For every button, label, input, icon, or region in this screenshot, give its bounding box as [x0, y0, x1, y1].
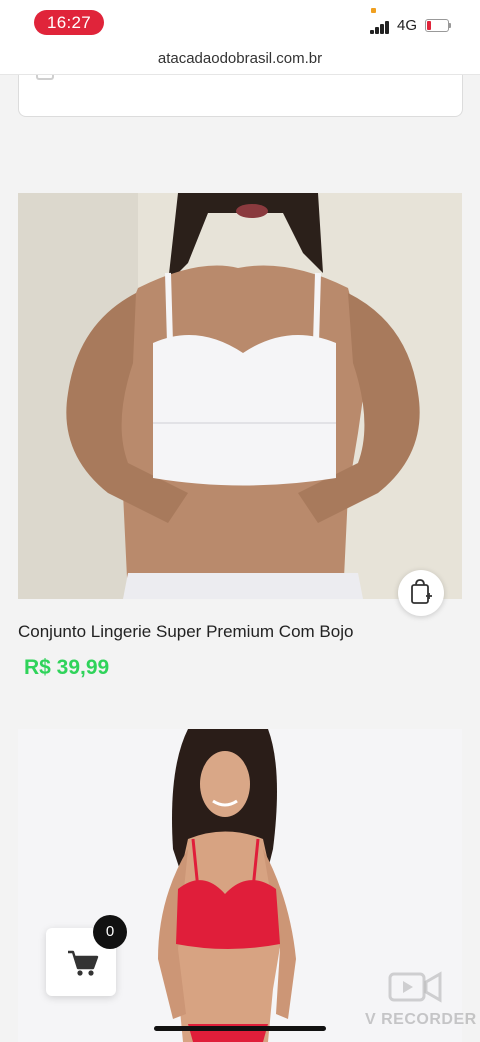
status-bar: 16:27 4G [0, 0, 480, 46]
cart-count-badge: 0 [93, 915, 127, 949]
url-text[interactable]: atacadaodobrasil.com.br [0, 46, 480, 72]
product-title[interactable]: Conjunto Lingerie Super Premium Com Bojo [18, 622, 353, 642]
product-image[interactable] [18, 193, 462, 599]
home-indicator[interactable] [154, 1026, 326, 1031]
product-photo-white-lingerie [18, 193, 462, 599]
mic-indicator-dot [371, 8, 376, 13]
signal-bars-icon [370, 20, 392, 34]
network-type: 4G [397, 17, 418, 34]
recorder-logo-icon [388, 971, 442, 1003]
add-to-bag-button[interactable] [398, 570, 444, 616]
battery-low-icon [425, 19, 451, 32]
shopping-bag-add-icon [411, 579, 432, 604]
recorder-watermark: V RECORDER [365, 1011, 477, 1028]
address-bar[interactable]: atacadaodobrasil.com.br [0, 46, 480, 75]
product-price: R$ 39,99 [24, 656, 110, 679]
status-time: 16:27 [34, 10, 104, 35]
